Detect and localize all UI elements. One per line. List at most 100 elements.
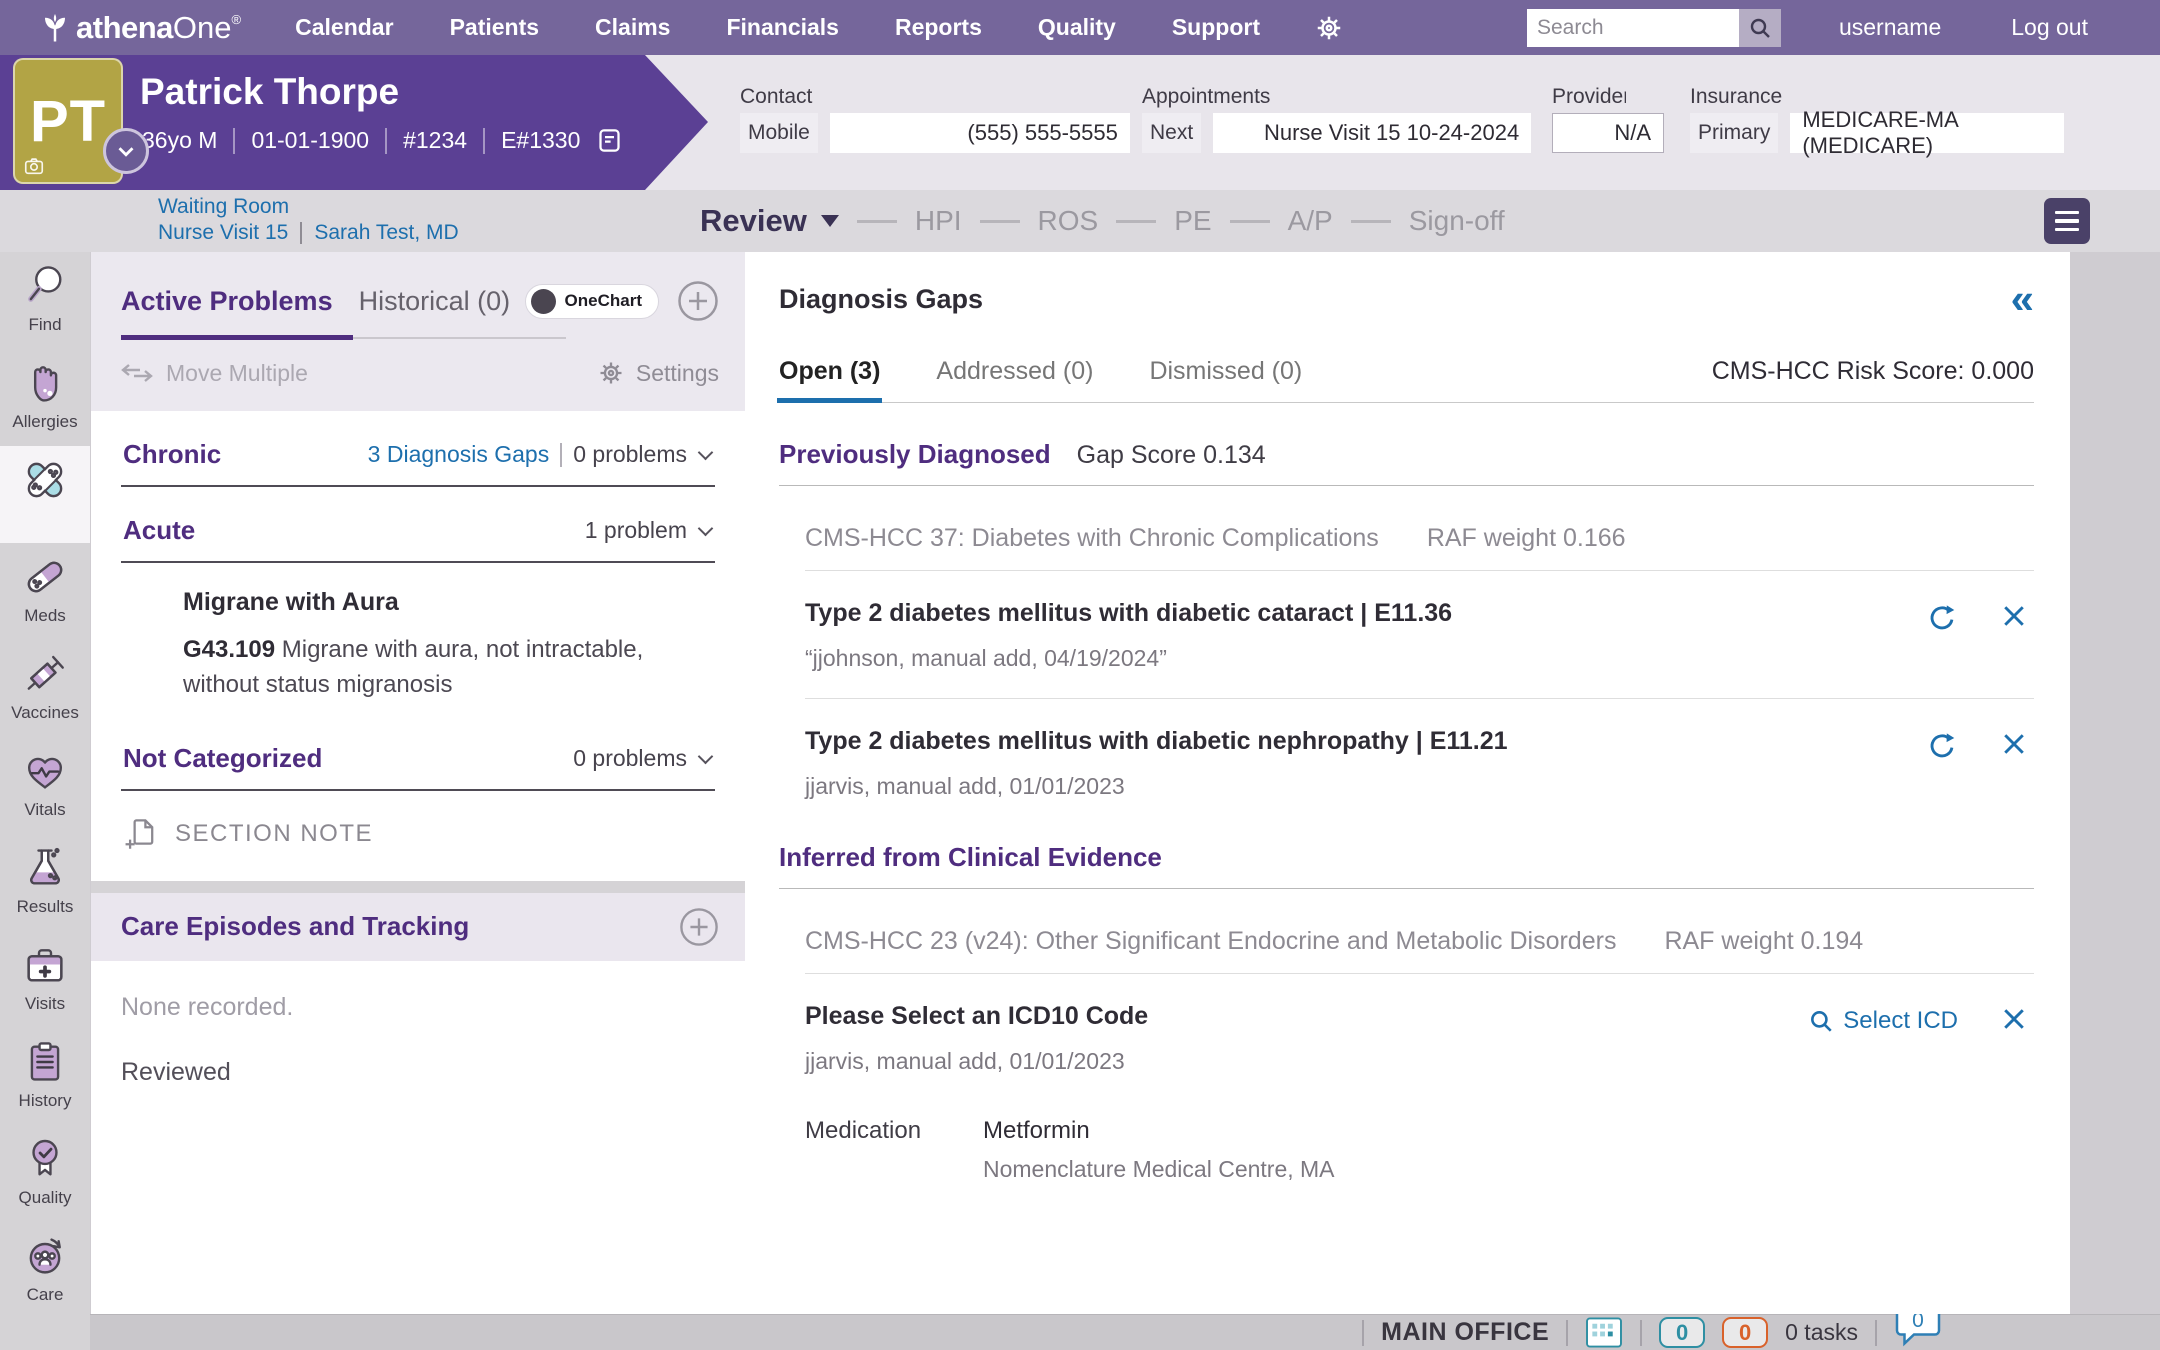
tab-historical[interactable]: Historical (0) — [359, 286, 511, 317]
provider-value[interactable]: N/A — [1552, 113, 1664, 153]
section-chronic: Chronic 3 Diagnosis Gaps 0 problems — [121, 411, 715, 487]
readdress-button[interactable] — [1926, 730, 1958, 762]
problem-description: G43.109 Migrane with aura, not intractab… — [183, 633, 663, 703]
problem-migraine[interactable]: Migrane with Aura G43.109 Migrane with a… — [121, 563, 715, 729]
onechart-toggle[interactable]: OneChart — [525, 284, 659, 319]
nav-item-support[interactable]: Support — [1172, 14, 1260, 41]
readdress-button[interactable] — [1926, 602, 1958, 634]
sidebar-item-problems[interactable] — [0, 446, 90, 543]
avatar[interactable]: PT — [13, 58, 123, 184]
breadcrumb-visit-link[interactable]: Nurse Visit 15 — [158, 221, 288, 245]
sidebar-item-vaccines[interactable]: Vaccines — [0, 640, 90, 737]
move-multiple-button[interactable]: Move Multiple — [121, 360, 308, 387]
nav-item-claims[interactable]: Claims — [595, 14, 670, 41]
close-icon — [2000, 602, 2028, 630]
sidebar-item-allergies[interactable]: Allergies — [0, 349, 90, 446]
sidebar-item-meds[interactable]: Meds — [0, 543, 90, 640]
stage-connector — [980, 220, 1020, 223]
expand-banner-button[interactable] — [103, 128, 149, 174]
chronic-problem-count[interactable]: 0 problems — [573, 441, 687, 468]
sidebar-item-history[interactable]: History — [0, 1028, 90, 1125]
breadcrumb-provider-link[interactable]: Sarah Test, MD — [314, 221, 458, 245]
chevron-down-icon[interactable] — [698, 445, 714, 461]
nav-item-patients[interactable]: Patients — [450, 14, 539, 41]
nav-item-calendar[interactable]: Calendar — [295, 14, 393, 41]
tab-open[interactable]: Open (3) — [779, 357, 880, 402]
evidence-medication-name: Metformin — [983, 1117, 1335, 1145]
encounter-menu-button[interactable] — [2044, 198, 2090, 244]
section-note-button[interactable]: SECTION NOTE — [121, 791, 715, 881]
sidebar-item-vitals[interactable]: Vitals — [0, 737, 90, 834]
username-menu[interactable]: username — [1839, 14, 1941, 41]
problems-settings-button[interactable]: Settings — [597, 359, 719, 387]
inbox-count-badge[interactable]: 0 — [1659, 1317, 1705, 1348]
nav-item-financials[interactable]: Financials — [726, 14, 838, 41]
nav-item-reports[interactable]: Reports — [895, 14, 982, 41]
chronic-heading: Chronic — [123, 439, 221, 470]
section-not-categorized: Not Categorized 0 problems — [121, 729, 715, 791]
contact-title: Contact — [740, 85, 812, 109]
search-input[interactable] — [1527, 9, 1739, 47]
gap-attribution: “jjohnson, manual add, 04/19/2024” — [805, 645, 1926, 672]
breadcrumb-location[interactable]: Waiting Room — [158, 195, 289, 219]
top-nav: athenaOne® Calendar Patients Claims Fina… — [0, 0, 2160, 55]
tab-active-problems[interactable]: Active Problems — [121, 286, 333, 317]
separator — [233, 128, 235, 154]
insurance-primary-value[interactable]: MEDICARE-MA (MEDICARE) — [1790, 113, 2064, 153]
department-name[interactable]: MAIN OFFICE — [1381, 1318, 1549, 1347]
stage-connector — [1116, 220, 1156, 223]
encounter-note-icon[interactable] — [596, 127, 623, 154]
settings-gear-icon[interactable] — [1314, 13, 1344, 43]
stage-pe[interactable]: PE — [1174, 205, 1211, 237]
not-categorized-count[interactable]: 0 problems — [573, 745, 687, 772]
stage-review-dropdown[interactable]: Review — [700, 203, 839, 239]
vitals-heart-icon — [21, 747, 69, 795]
close-icon — [2000, 730, 2028, 758]
inferred-heading: Inferred from Clinical Evidence — [779, 842, 1162, 873]
logout-link[interactable]: Log out — [2011, 14, 2088, 41]
problem-title: Migrane with Aura — [183, 588, 715, 617]
diagnosis-gaps-link[interactable]: 3 Diagnosis Gaps — [368, 441, 550, 468]
add-problem-button[interactable] — [677, 280, 719, 322]
next-appointment-value[interactable]: Nurse Visit 15 10-24-2024 — [1213, 113, 1531, 153]
patient-age-sex: 36yo M — [142, 127, 217, 154]
stage-signoff[interactable]: Sign-off — [1409, 205, 1505, 237]
sidebar-item-care[interactable]: Care — [0, 1222, 90, 1319]
athenaone-logo[interactable]: athenaOne® — [40, 10, 241, 46]
redo-icon — [1926, 730, 1958, 762]
nav-item-quality[interactable]: Quality — [1038, 14, 1116, 41]
hcc-37-description: CMS-HCC 37: Diabetes with Chronic Compli… — [805, 524, 1379, 553]
sidebar-item-results[interactable]: Results — [0, 834, 90, 931]
insurance-title: Insurance — [1690, 85, 1782, 109]
bandage-problems-icon — [21, 456, 69, 504]
sidebar-item-visits[interactable]: Visits — [0, 931, 90, 1028]
stage-ros[interactable]: ROS — [1038, 205, 1099, 237]
select-icd-button[interactable]: Select ICD — [1808, 1007, 1958, 1035]
gap-row-cataract: Type 2 diabetes mellitus with diabetic c… — [805, 599, 2028, 672]
camera-icon[interactable] — [22, 155, 46, 177]
collapse-panel-button[interactable]: « — [2011, 284, 2034, 314]
add-care-episode-button[interactable] — [679, 907, 719, 947]
acute-problem-count[interactable]: 1 problem — [585, 517, 687, 544]
chevron-down-icon[interactable] — [698, 748, 714, 764]
stage-hpi[interactable]: HPI — [915, 205, 962, 237]
provider-title: Provider — [1552, 85, 1626, 109]
sidebar-item-quality[interactable]: Quality — [0, 1125, 90, 1222]
contact-mobile-value[interactable]: (555) 555-5555 — [830, 113, 1130, 153]
alert-count-badge[interactable]: 0 — [1722, 1317, 1768, 1348]
chevron-down-icon[interactable] — [698, 521, 714, 537]
tab-addressed[interactable]: Addressed (0) — [936, 357, 1093, 402]
sidebar-item-find[interactable]: Find — [0, 252, 90, 349]
dismiss-button[interactable] — [2000, 1005, 2028, 1033]
gear-icon — [597, 359, 625, 387]
problems-body: Chronic 3 Diagnosis Gaps 0 problems Acut… — [91, 411, 745, 881]
search-button[interactable] — [1739, 9, 1781, 47]
dismiss-button[interactable] — [2000, 602, 2028, 630]
schedule-calendar-icon[interactable] — [1585, 1316, 1623, 1349]
tab-dismissed[interactable]: Dismissed (0) — [1149, 357, 1302, 402]
stage-ap[interactable]: A/P — [1288, 205, 1333, 237]
divider — [779, 485, 2034, 486]
care-episodes-reviewed[interactable]: Reviewed — [121, 1058, 715, 1087]
dismiss-button[interactable] — [2000, 730, 2028, 758]
tasks-count[interactable]: 0 tasks — [1785, 1319, 1858, 1346]
